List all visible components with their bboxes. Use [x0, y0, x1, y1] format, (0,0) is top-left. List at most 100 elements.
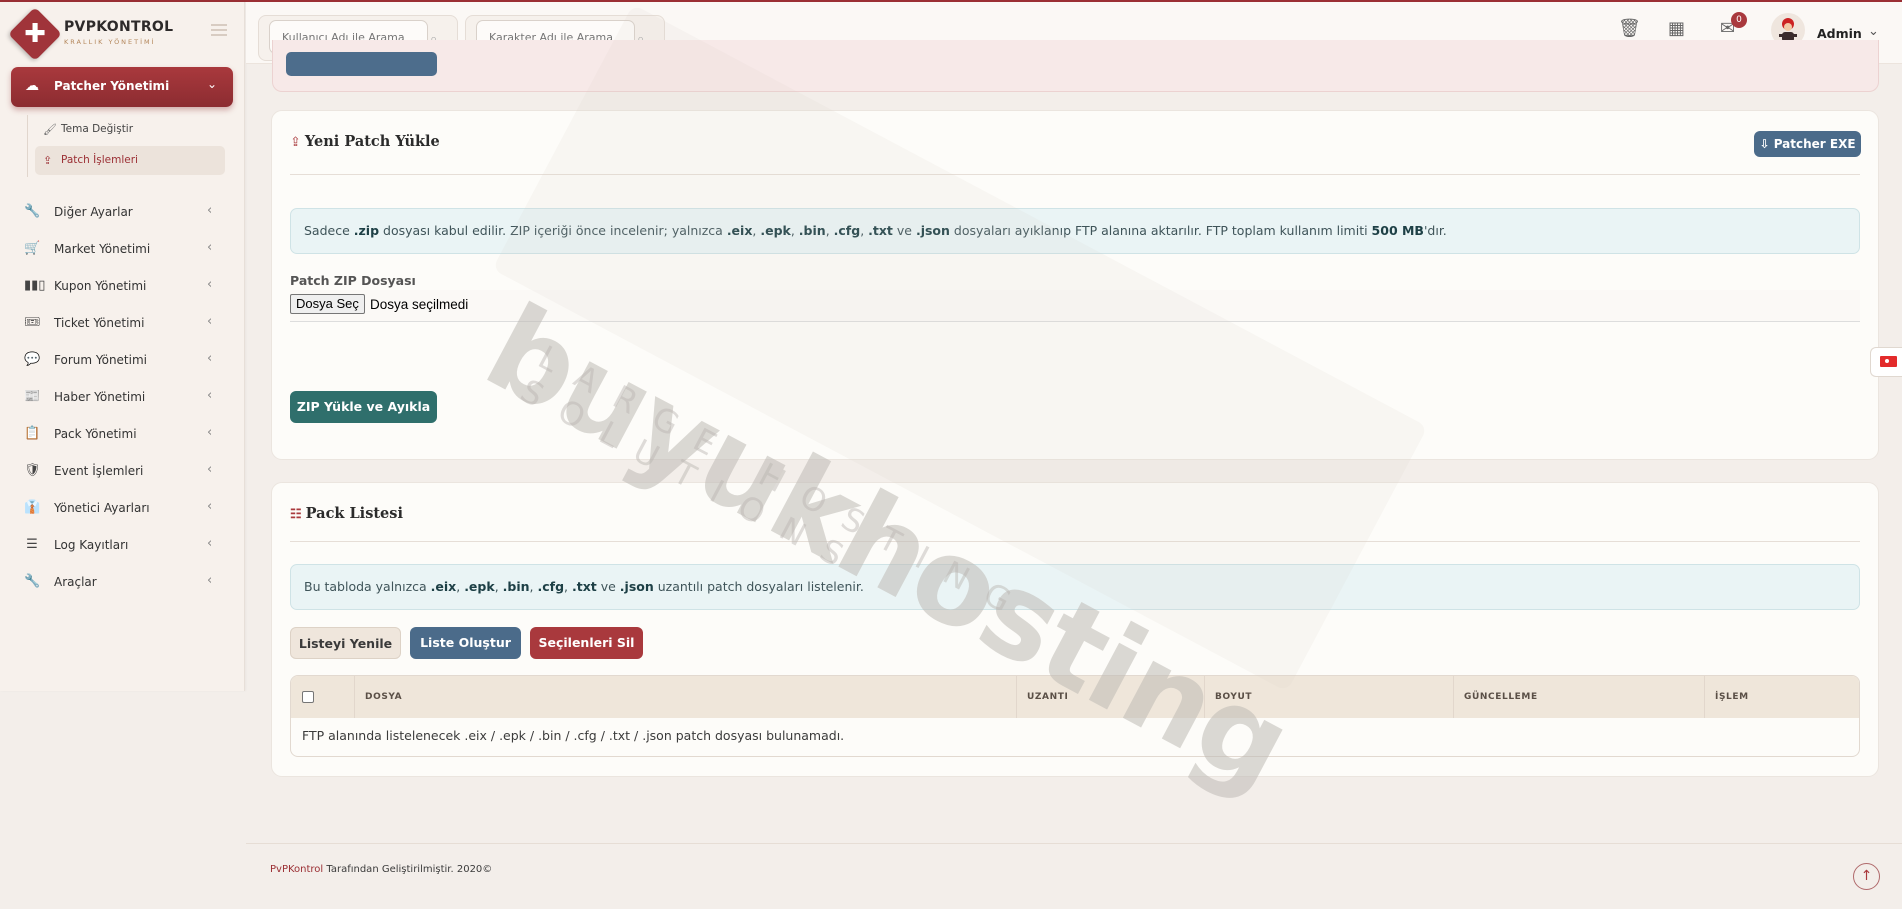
submenu-item-theme[interactable]: 🖌 Tema Değiştir: [28, 115, 225, 144]
sidebar-toggle-icon[interactable]: [211, 24, 227, 37]
pack-table: DOSYA UZANTI BOYUT GÜNCELLEME İŞLEM FTP …: [290, 675, 1860, 757]
list-icon: ☷: [290, 507, 302, 522]
chevron-left-icon: ‹: [207, 573, 213, 588]
table-header: DOSYA UZANTI BOYUT GÜNCELLEME İŞLEM: [291, 676, 1859, 718]
chevron-left-icon: ‹: [207, 388, 213, 403]
cart-icon: 🛒: [24, 241, 41, 256]
file-select-button[interactable]: Dosya Seç: [290, 294, 365, 314]
chevron-left-icon: ‹: [207, 536, 213, 551]
chevron-left-icon: ‹: [207, 277, 213, 292]
upload-icon: ⇪: [43, 154, 53, 167]
barcode-icon: ▮▮▯: [24, 278, 46, 293]
pack-list-card: ☷ Pack Listesi Bu tabloda yalnızca .eix, …: [271, 482, 1879, 777]
brand-title: PVPKONTROL: [64, 19, 174, 35]
newspaper-icon: 📰: [24, 389, 41, 404]
select-all-checkbox[interactable]: [302, 691, 314, 703]
sidebar-item-label: Market Yönetimi: [54, 242, 151, 256]
sidebar-item-10[interactable]: 🔧 Araçlar ‹: [0, 564, 245, 600]
trash-icon[interactable]: 🗑: [1618, 18, 1641, 39]
patcher-exe-button[interactable]: ⇩ Patcher EXE: [1754, 131, 1861, 157]
column-header-size[interactable]: BOYUT: [1205, 676, 1454, 718]
divider: [290, 174, 1860, 175]
create-list-button[interactable]: Liste Oluştur: [410, 627, 521, 659]
brand-subtitle: KRALLIK YÖNETİMİ: [64, 38, 156, 46]
chevron-down-icon[interactable]: ⌄: [1868, 24, 1879, 39]
sidebar-item-3[interactable]: 🎟 Ticket Yönetimi ‹: [0, 305, 245, 341]
sidebar-item-label: Kupon Yönetimi: [54, 279, 147, 293]
pack-info-alert: Bu tabloda yalnızca .eix, .epk, .bin, .c…: [290, 564, 1860, 610]
sidebar-item-label: Araçlar: [54, 575, 97, 589]
table-empty-row: FTP alanında listelenecek .eix / .epk / …: [302, 728, 845, 743]
sidebar-item-label: Forum Yönetimi: [54, 353, 147, 367]
upload-icon: ⇪: [290, 135, 301, 150]
upload-card-title: ⇪ Yeni Patch Yükle: [290, 133, 440, 150]
pack-card-title: ☷ Pack Listesi: [290, 505, 403, 522]
divider: [290, 541, 1860, 542]
sidebar-item-1[interactable]: 🛒 Market Yönetimi ‹: [0, 231, 245, 267]
sidebar-item-0[interactable]: 🔧 Diğer Ayarlar ‹: [0, 194, 245, 230]
calendar-icon[interactable]: ▦: [1668, 18, 1685, 39]
sidebar-item-4[interactable]: 💬 Forum Yönetimi ‹: [0, 342, 245, 378]
footer-text: Tarafından Geliştirilmiştir. 2020©: [323, 864, 493, 875]
sidebar-item-8[interactable]: 👔 Yönetici Ayarları ‹: [0, 490, 245, 526]
sidebar-item-6[interactable]: 📋 Pack Yönetimi ‹: [0, 416, 245, 452]
patcher-submenu: 🖌 Tema Değiştir ⇪ Patch İşlemleri: [27, 115, 225, 177]
brand[interactable]: ✚ PVPKONTROL KRALLIK YÖNETİMİ: [0, 2, 244, 64]
brand-logo-icon: ✚: [8, 7, 62, 61]
download-icon: ⇩: [1759, 137, 1774, 151]
footer: PvPKontrol Tarafından Geliştirilmiştir. …: [270, 864, 492, 875]
sidebar-item-label: Patcher Yönetimi: [54, 79, 170, 93]
sidebar-item-2[interactable]: ▮▮▯ Kupon Yönetimi ‹: [0, 268, 245, 304]
scroll-to-top-button[interactable]: ↑: [1853, 863, 1880, 890]
sidebar-item-label: Diğer Ayarlar: [54, 205, 133, 219]
chevron-left-icon: ‹: [207, 425, 213, 440]
chevron-left-icon: ‹: [207, 351, 213, 366]
pack-info-text: Bu tabloda yalnızca .eix, .epk, .bin, .c…: [304, 579, 864, 594]
alert-strip: [272, 40, 1879, 92]
cloud-upload-icon: ☁: [25, 78, 39, 94]
sidebar-item-patcher[interactable]: ☁ Patcher Yönetimi ⌄: [11, 67, 233, 107]
sidebar-item-label: Pack Yönetimi: [54, 427, 137, 441]
upload-info-text: Sadece .zip dosyası kabul edilir. ZIP iç…: [304, 223, 1447, 238]
chevron-left-icon: ‹: [207, 240, 213, 255]
sidebar-item-5[interactable]: 📰 Haber Yönetimi ‹: [0, 379, 245, 415]
clipboard-icon: 📋: [24, 426, 41, 441]
column-header-action[interactable]: İŞLEM: [1705, 676, 1859, 718]
file-input: Dosya Seç Dosya seçilmedi: [290, 290, 1860, 322]
arrow-up-icon: ↑: [1860, 868, 1873, 884]
username[interactable]: Admin: [1817, 26, 1862, 41]
submenu-item-label: Patch İşlemleri: [61, 154, 138, 166]
refresh-list-button[interactable]: Listeyi Yenile: [290, 627, 401, 659]
chevron-left-icon: ‹: [207, 203, 213, 218]
file-label: Patch ZIP Dosyası: [290, 273, 416, 288]
column-header-file[interactable]: DOSYA: [355, 676, 1017, 718]
zip-upload-button[interactable]: ZIP Yükle ve Ayıkla: [290, 391, 437, 423]
turkey-flag-icon: [1880, 356, 1897, 367]
wrench-icon: 🔧: [24, 204, 41, 219]
footer-divider: [246, 843, 1902, 844]
chevron-down-icon: ⌄: [206, 77, 217, 91]
sidebar-item-7[interactable]: 🛡 Event İşlemleri ‹: [0, 453, 245, 489]
upload-card: ⇪ Yeni Patch Yükle ⇩ Patcher EXE Sadece .…: [271, 110, 1879, 460]
list-icon: ☰: [26, 537, 38, 552]
shield-icon: 🛡: [24, 463, 41, 478]
brush-icon: 🖌: [43, 123, 57, 136]
sidebar-item-label: Haber Yönetimi: [54, 390, 146, 404]
column-header-extension[interactable]: UZANTI: [1017, 676, 1205, 718]
footer-brand-link[interactable]: PvPKontrol: [270, 864, 323, 875]
hidden-action-button[interactable]: [286, 52, 437, 76]
sidebar-item-9[interactable]: ☰ Log Kayıtları ‹: [0, 527, 245, 563]
chevron-left-icon: ‹: [207, 462, 213, 477]
language-flag-button[interactable]: [1870, 347, 1902, 377]
user-tie-icon: 👔: [24, 500, 41, 515]
upload-info-alert: Sadece .zip dosyası kabul edilir. ZIP iç…: [290, 208, 1860, 254]
column-header-updated[interactable]: GÜNCELLEME: [1454, 676, 1705, 718]
chevron-left-icon: ‹: [207, 314, 213, 329]
delete-selected-button[interactable]: Seçilenleri Sil: [530, 627, 643, 659]
notification-badge: 0: [1731, 12, 1747, 28]
sidebar-item-label: Yönetici Ayarları: [54, 501, 150, 515]
sidebar-item-label: Ticket Yönetimi: [54, 316, 145, 330]
submenu-item-patch[interactable]: ⇪ Patch İşlemleri: [35, 146, 225, 175]
tools-icon: 🔧: [24, 574, 41, 589]
ticket-icon: 🎟: [24, 315, 41, 330]
